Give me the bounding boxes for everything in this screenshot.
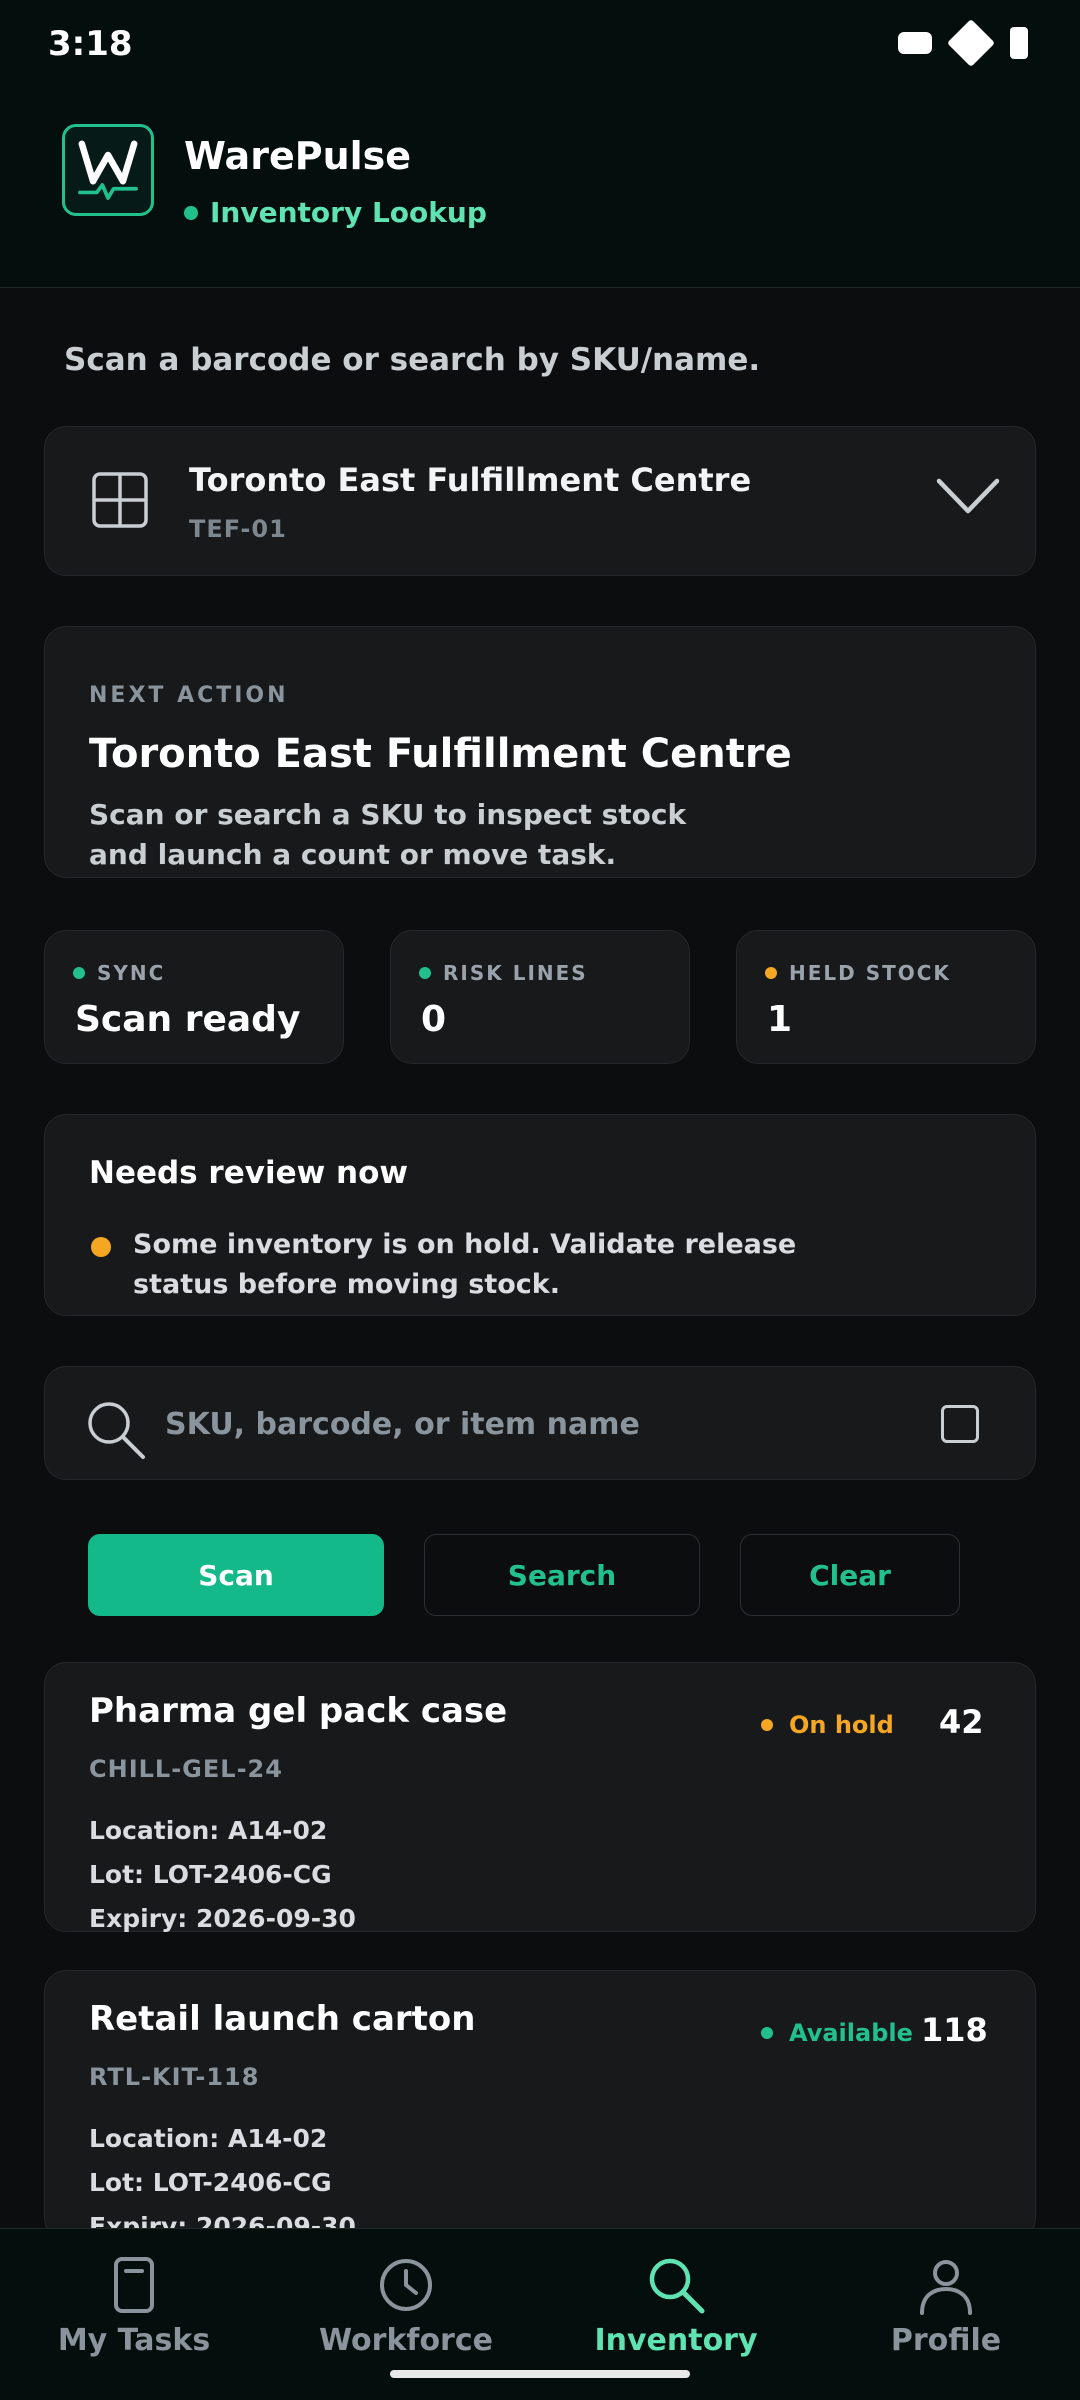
app-subtitle: Inventory Lookup	[184, 196, 487, 229]
item-expiry: Expiry: 2026-09-30	[89, 1904, 356, 1933]
item-location: Location: A14-02	[89, 2124, 328, 2153]
facility-selector[interactable]: Toronto East Fulfillment Centre TEF-01	[44, 426, 1036, 576]
item-quantity: 42	[939, 1703, 984, 1741]
search-icon	[88, 1402, 145, 1459]
stat-value: 0	[421, 999, 447, 1040]
nav-item-my-tasks[interactable]: My Tasks	[24, 2253, 244, 2358]
next-action-eyebrow: NEXT ACTION	[89, 683, 289, 708]
grid-icon	[92, 472, 148, 528]
nav-item-workforce[interactable]: Workforce	[296, 2253, 516, 2358]
stat-value: Scan ready	[75, 999, 301, 1040]
person-icon	[920, 2260, 972, 2315]
needs-review-card: Needs review now Some inventory is on ho…	[44, 1114, 1036, 1316]
item-lot: Lot: LOT-2406-CG	[89, 2168, 332, 2197]
status-icons	[898, 18, 1028, 68]
search-bar	[44, 1366, 1036, 1480]
stat-value: 1	[767, 999, 793, 1040]
online-dot-icon	[184, 205, 198, 220]
app-logo	[62, 124, 154, 216]
status-dot-icon	[761, 1719, 773, 1731]
nav-item-profile[interactable]: Profile	[836, 2253, 1056, 2358]
logo-icon	[78, 140, 138, 200]
nav-label: Workforce	[319, 2323, 493, 2358]
item-status-text: Available	[789, 2019, 913, 2047]
signal-icon	[946, 18, 996, 68]
nav-label: My Tasks	[57, 2323, 211, 2358]
item-name: Pharma gel pack case	[89, 1691, 508, 1731]
nav-label: Profile	[890, 2323, 1002, 2358]
review-message: Some inventory is on hold. Validate rele…	[133, 1229, 797, 1300]
status-dot-icon	[765, 967, 777, 979]
stat-sync: SYNC Scan ready	[44, 930, 344, 1064]
status-dot-icon	[761, 2027, 773, 2039]
status-dot-icon	[419, 967, 431, 979]
status-bar: 3:18	[0, 0, 1080, 92]
search-input[interactable]	[165, 1395, 925, 1453]
next-action-card: NEXT ACTION Toronto East Fulfillment Cen…	[44, 626, 1036, 878]
search-icon	[649, 2258, 705, 2314]
facility-name: Toronto East Fulfillment Centre	[189, 461, 752, 499]
item-quantity: 118	[921, 2011, 988, 2049]
inventory-item-card[interactable]: Pharma gel pack case CHILL-GEL-24 On hol…	[44, 1662, 1036, 1933]
item-name: Retail launch carton	[89, 1999, 476, 2039]
notification-icon	[898, 32, 932, 54]
stat-held-stock: HELD STOCK 1	[736, 930, 1036, 1064]
item-status-badge: On hold	[761, 1711, 894, 1739]
nav-item-inventory[interactable]: Inventory	[566, 2253, 786, 2358]
stat-label: SYNC	[97, 961, 166, 985]
app-header: WarePulse Inventory Lookup	[0, 92, 1080, 288]
clear-button[interactable]: Clear	[740, 1534, 960, 1616]
item-status-badge: Available	[761, 2019, 913, 2047]
scan-button[interactable]: Scan	[88, 1534, 384, 1616]
nav-label: Inventory	[594, 2323, 758, 2358]
review-title: Needs review now	[89, 1155, 409, 1191]
tasks-icon	[114, 2257, 154, 2313]
next-action-title: Toronto East Fulfillment Centre	[89, 731, 792, 777]
status-time: 3:18	[48, 24, 133, 64]
item-status-text: On hold	[789, 1711, 894, 1739]
item-sku: CHILL-GEL-24	[89, 1755, 283, 1783]
warning-dot-icon	[91, 1237, 111, 1257]
stat-label: HELD STOCK	[789, 961, 951, 985]
stat-label: RISK LINES	[443, 961, 588, 985]
item-location: Location: A14-02	[89, 1816, 328, 1845]
app-subtitle-text: Inventory Lookup	[210, 196, 487, 229]
next-action-description: Scan or search a SKU to inspect stock an…	[89, 798, 687, 871]
stat-risk-lines: RISK LINES 0	[390, 930, 690, 1064]
item-sku: RTL-KIT-118	[89, 2063, 260, 2091]
facility-code: TEF-01	[189, 515, 287, 543]
item-lot: Lot: LOT-2406-CG	[89, 1860, 332, 1889]
app-title: WarePulse	[184, 134, 412, 178]
intro-text: Scan a barcode or search by SKU/name.	[64, 342, 761, 378]
battery-icon	[1010, 27, 1028, 59]
item-meta: Location: A14-02 Lot: LOT-2406-CG Expiry…	[89, 1809, 356, 1941]
chevron-down-icon[interactable]	[935, 471, 1001, 521]
home-indicator[interactable]	[390, 2370, 690, 2378]
search-button[interactable]: Search	[424, 1534, 700, 1616]
inventory-item-card[interactable]: Retail launch carton RTL-KIT-118 Availab…	[44, 1970, 1036, 2241]
barcode-scan-icon[interactable]	[941, 1405, 979, 1443]
clock-icon	[380, 2259, 432, 2311]
status-dot-icon	[73, 967, 85, 979]
